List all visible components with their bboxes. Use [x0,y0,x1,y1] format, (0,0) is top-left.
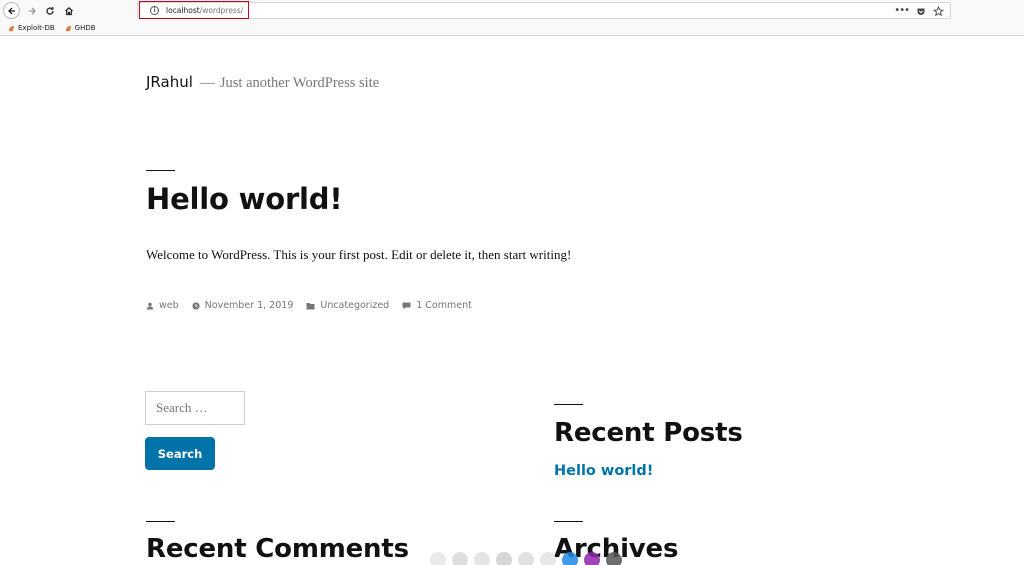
recent-comments-divider [146,521,175,522]
ghdb-icon [65,25,71,31]
post-divider [146,170,175,171]
reload-icon [45,6,54,15]
url-highlight-box [139,1,249,19]
post-author[interactable]: web [146,300,179,311]
post-category-label: Uncategorized [320,300,390,311]
dock-app-icon[interactable] [496,552,512,565]
bookmark-exploitdb[interactable]: Exploit-DB [8,24,55,32]
address-bar[interactable]: i localhost/wordpress/ ••• [137,2,951,19]
url-actions: ••• [894,2,945,21]
post-author-label: web [159,300,179,311]
reload-button[interactable] [41,2,58,19]
site-title[interactable]: JRahul [146,73,193,91]
folder-icon [306,302,315,309]
bookmark-label: GHDB [74,24,96,32]
dock-app-icon[interactable] [474,552,490,565]
user-icon [146,302,154,309]
arrow-left-icon [7,7,15,14]
page-actions-button[interactable]: ••• [894,6,910,16]
post-category[interactable]: Uncategorized [306,300,389,311]
post-comments[interactable]: 1 Comment [402,300,472,311]
dock-app-icon[interactable] [606,552,622,565]
forward-button[interactable] [23,2,40,19]
dock-app-icon[interactable] [518,552,534,565]
site-branding: JRahul — Just another WordPress site [146,73,379,92]
dock-app-icon[interactable] [584,552,600,565]
search-input[interactable]: Search … [145,391,245,425]
site-description: Just another WordPress site [219,75,380,91]
archives-divider [554,521,583,522]
dock-app-icon[interactable] [562,552,578,565]
post-date[interactable]: November 1, 2019 [192,300,294,311]
recent-comments-title: Recent Comments [146,534,409,564]
search-button[interactable]: Search [145,437,215,470]
site-separator: — [199,75,215,91]
post-comments-label: 1 Comment [416,300,472,311]
bookmark-ghdb[interactable]: GHDB [65,24,96,32]
post-title[interactable]: Hello world! [146,182,343,216]
dock-app-icon[interactable] [452,552,468,565]
recent-posts-title: Recent Posts [554,418,743,448]
dock-app-icon[interactable] [430,552,446,565]
post-content: Welcome to WordPress. This is your first… [146,247,572,262]
back-button[interactable] [3,2,20,19]
recent-posts-divider [554,404,583,405]
bookmark-star-icon[interactable] [932,2,945,21]
pocket-icon[interactable] [916,2,926,21]
exploitdb-icon [8,25,15,31]
bookmarks-toolbar: Exploit-DB GHDB [0,21,1024,36]
bookmark-label: Exploit-DB [18,24,55,32]
comment-icon [402,302,411,309]
recent-post-link[interactable]: Hello world! [554,463,653,479]
arrow-right-icon [28,7,36,14]
clock-icon [192,301,200,310]
home-button[interactable] [60,2,77,19]
dock-app-icon[interactable] [540,552,556,565]
browser-navbar: i localhost/wordpress/ ••• [0,0,1024,21]
home-icon [64,6,73,15]
post-meta: web November 1, 2019 Uncategorized 1 Com… [146,300,485,311]
dock [430,552,622,565]
post-date-label: November 1, 2019 [204,300,294,311]
